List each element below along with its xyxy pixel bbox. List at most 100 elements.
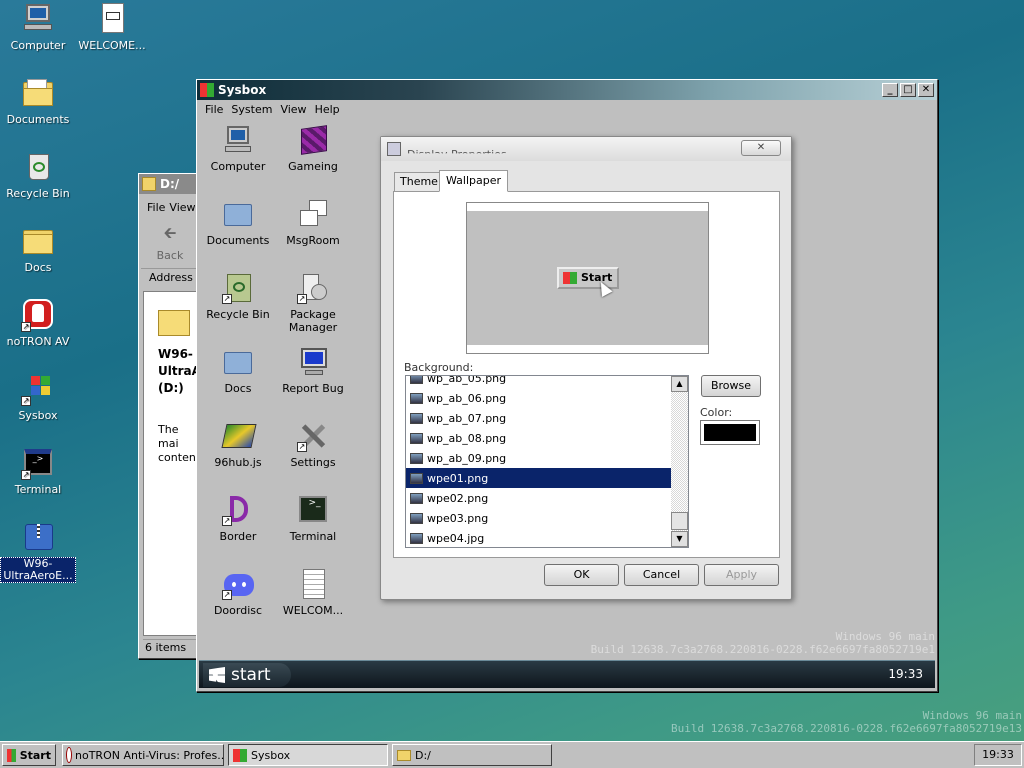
sysbox-icon-settings[interactable]: ↗ Settings [273,420,353,469]
menu-file[interactable]: File [143,201,169,214]
desktop-icon-recycle-bin[interactable]: Recycle Bin [0,150,76,200]
file-list-item[interactable]: wpe02.png [406,488,672,508]
desktop-icon-label: WELCOME... [78,39,146,52]
windows-flag-icon [7,748,16,762]
file-list-item[interactable]: wpe01.png [406,468,672,488]
tab-wallpaper[interactable]: Wallpaper [439,170,509,192]
sysbox-icon-report-bug[interactable]: Report Bug [273,346,353,395]
sysbox-icon-label: Recycle Bin [206,308,270,321]
explorer-titlebar[interactable]: D:/ [139,174,199,194]
monitor-icon [297,346,329,378]
minimize-button[interactable]: _ [882,83,898,97]
system-clock: 19:33 [974,744,1022,766]
desktop-icon-label: Sysbox [18,409,58,422]
task-d-drive[interactable]: D:/ [392,744,552,766]
desktop-icon-label: Documents [6,113,70,126]
cancel-button[interactable]: Cancel [624,564,699,586]
dialog-titlebar[interactable]: Display Properties ✕ [381,137,791,161]
start-button[interactable]: Start [2,744,56,766]
terminal-icon: >_ [297,494,329,526]
sysbox-icon-border[interactable]: ↗ Border [198,494,278,543]
scroll-thumb[interactable] [671,512,688,530]
desktop-icon-computer[interactable]: Computer [0,2,76,52]
task-sysbox[interactable]: Sysbox [228,744,388,766]
sysbox-titlebar[interactable]: Sysbox _ □ ✕ [197,80,937,100]
desktop-icon-label: Docs [24,261,52,274]
file-list-item[interactable]: wpe03.png [406,508,672,528]
browse-button[interactable]: Browse [701,375,761,397]
menu-help[interactable]: Help [311,103,344,116]
windows-flag-icon: ↗ [21,372,55,406]
color-picker[interactable] [700,420,760,445]
menu-system[interactable]: System [227,103,276,116]
color-swatch [704,424,756,441]
sysbox-icon-msgroom[interactable]: MsgRoom [273,198,353,247]
apply-button[interactable]: Apply [704,564,779,586]
desktop-icon-docs[interactable]: Docs [0,224,76,274]
file-list-item[interactable]: wp_ab_06.png [406,388,672,408]
back-label: Back [156,249,184,262]
menu-file[interactable]: File [201,103,227,116]
image-file-icon [410,376,423,384]
maximize-button[interactable]: □ [900,83,916,97]
display-properties-dialog[interactable]: Display Properties ✕ Theme Wallpaper Sta… [380,136,792,600]
folder-icon [222,198,254,230]
file-list-item[interactable]: wp_ab_07.png [406,408,672,428]
sysbox-inner-taskbar: start 19:33 [199,660,935,688]
ok-button[interactable]: OK [544,564,619,586]
file-list-item[interactable]: wp_ab_05.png [406,375,672,388]
sysbox-icon-welcome[interactable]: WELCOM... [273,568,353,617]
file-name: wp_ab_06.png [427,391,507,405]
file-name: wp_ab_05.png [427,375,507,385]
sysbox-icon-label: Settings [290,456,336,469]
menu-view[interactable]: View [169,201,195,214]
inner-start-button[interactable]: start [203,663,291,687]
sysbox-icon-doordisc[interactable]: ↗ Doordisc [198,568,278,617]
image-file-icon [410,472,423,484]
sysbox-icon-gameing[interactable]: Gameing [273,124,353,173]
sysbox-icon-96hub[interactable]: 96hub.js [198,420,278,469]
close-button[interactable]: ✕ [918,83,934,97]
document-icon [297,568,329,600]
image-file-icon [410,432,423,444]
scroll-up-button[interactable]: ▲ [671,376,688,392]
stop-hand-icon [67,748,71,762]
terminal-icon: _> ↗ [21,446,55,480]
folder-icon [21,224,55,258]
sysbox-icon-docs[interactable]: Docs [198,346,278,395]
sysbox-icon-label: Doordisc [213,604,263,617]
explorer-window[interactable]: D:/ File View 🡰 Back Address W96- UltraA… [138,173,201,659]
sysbox-icon-documents[interactable]: Documents [198,198,278,247]
background-file-list[interactable]: wp_ab_05.png wp_ab_06.png wp_ab_07.png wp_a… [405,375,689,548]
document-icon [95,2,129,36]
desktop-icon-sysbox[interactable]: ↗ Sysbox [0,372,76,422]
folder-icon [222,346,254,378]
folder-icon [397,749,411,761]
close-button[interactable]: ✕ [741,140,781,156]
sysbox-icon-package-manager[interactable]: ↗ Package Manager [273,272,353,334]
sysbox-icon-terminal[interactable]: >_ Terminal [273,494,353,543]
back-arrow-icon: 🡰 [163,223,177,242]
menu-view[interactable]: View [276,103,310,116]
scroll-down-button[interactable]: ▼ [671,531,688,547]
list-scrollbar[interactable]: ▲ ▼ [671,376,688,547]
file-list-item[interactable]: wpe04.jpg [406,528,672,547]
sysbox-icon-recycle-bin[interactable]: ↗ Recycle Bin [198,272,278,321]
file-list-item[interactable]: wp_ab_09.png [406,448,672,468]
sysbox-icon-computer[interactable]: Computer [198,124,278,173]
desktop-icon-documents[interactable]: Documents [0,76,76,126]
desktop-icon-label: Computer [10,39,66,52]
file-list-item[interactable]: wp_ab_08.png [406,428,672,448]
desktop-icon-label: W96- UltraAeroE... [0,557,76,583]
desktop-icon-welcome[interactable]: WELCOME... [74,2,150,52]
task-notron[interactable]: noTRON Anti-Virus: Profes... [62,744,224,766]
sysbox-title: Sysbox [218,83,267,97]
tab-theme[interactable]: Theme [394,172,444,191]
file-name: wpe03.png [427,511,489,525]
back-button[interactable]: 🡰 Back [145,222,195,262]
desktop-icon-w96-ultraaero[interactable]: W96- UltraAeroE... [0,520,76,583]
desktop-icon-terminal[interactable]: _> ↗ Terminal [0,446,76,496]
desktop-icon-notron-av[interactable]: ↗ noTRON AV [0,298,76,348]
folder-icon [142,177,156,191]
drive-folder-icon [158,310,190,336]
